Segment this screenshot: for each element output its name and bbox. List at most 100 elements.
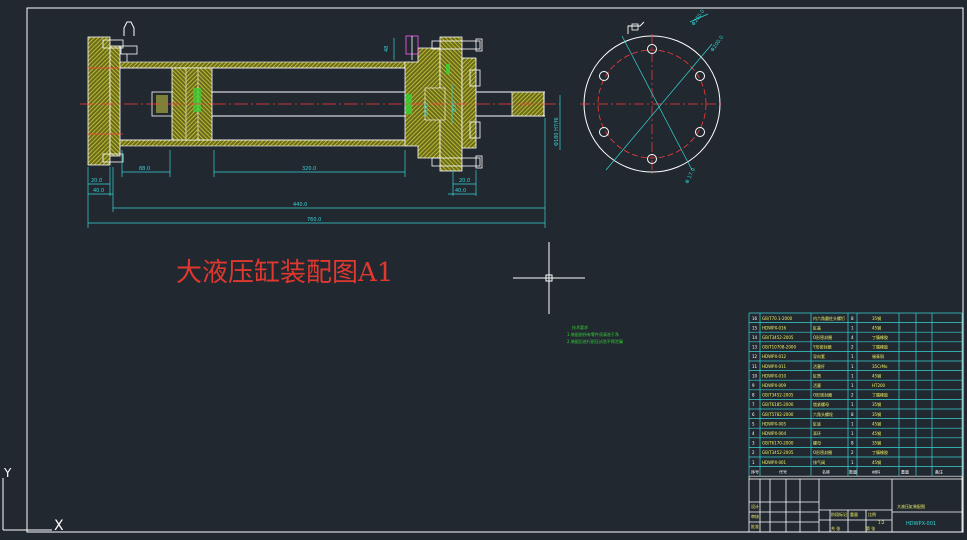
scale-value: 1:2 bbox=[878, 520, 885, 525]
dim-overall-len: 760.0 bbox=[307, 217, 321, 223]
bom-row-qty: 8 bbox=[851, 441, 854, 446]
bom-row-qty: 1 bbox=[851, 431, 854, 436]
dim-chamber-len: 320.0 bbox=[302, 166, 316, 172]
bom-row-no: 6 bbox=[752, 412, 755, 417]
bom-row-name: O形密封圈 bbox=[813, 392, 832, 398]
bom-row-name: 缸筒 bbox=[813, 372, 821, 378]
title-block-texts: 大液压缸装配图 HDWPX-001 阶段标记 重量 比例 1:2 共 张 第 张… bbox=[751, 503, 936, 531]
bom-row-name: 六角头螺栓 bbox=[813, 411, 833, 417]
dimension-texts: 88.0 320.0 20.0 40.0 20.0 40.0 440.0 760… bbox=[91, 46, 560, 223]
bom-row-material: 35钢 bbox=[872, 401, 881, 407]
crosshair-cursor bbox=[513, 242, 585, 314]
bom-row-no: 7 bbox=[752, 402, 755, 407]
bom-row-no: 1 bbox=[752, 460, 755, 465]
flange-end-view bbox=[580, 13, 724, 174]
bom-header-qty: 数量 bbox=[849, 468, 857, 474]
bom-row-material: 丁腈橡胶 bbox=[872, 449, 888, 455]
bom-row-qty: 1 bbox=[851, 421, 854, 426]
drawing-name: 大液压缸装配图 bbox=[897, 503, 925, 509]
bom-table: 16 GB/T70.1-2000 内六角圆柱头螺钉 8 35钢15 HDWPX-016 缸盖… bbox=[751, 315, 943, 475]
bom-row-code: HDWPX-001 bbox=[762, 460, 787, 465]
dim-circle-bottom: Φ 17.0 bbox=[684, 167, 696, 185]
bom-row-name: O形密封圈 bbox=[813, 449, 832, 455]
bom-header-material: 材料 bbox=[872, 468, 880, 474]
cad-drawing: 88.0 320.0 20.0 40.0 20.0 40.0 440.0 760… bbox=[2, 7, 964, 534]
bom-row-material: 45钢 bbox=[872, 420, 881, 426]
bom-row-qty: 1 bbox=[851, 364, 854, 369]
bom-row-qty: 1 bbox=[851, 325, 854, 330]
bom-header-remark: 备注 bbox=[935, 468, 943, 474]
bom-header-no: 序号 bbox=[751, 468, 759, 474]
dim-stroke: 48 bbox=[384, 46, 390, 52]
drawing-title: 大液压缸装配图A1 bbox=[176, 258, 394, 288]
bom-row-qty: 8 bbox=[851, 412, 854, 417]
dim-right-total: 40.0 bbox=[455, 188, 466, 194]
bom-row-qty: 4 bbox=[851, 335, 854, 340]
bom-row-name: Y形密封圈 bbox=[812, 344, 831, 350]
dim-right-bore: Φ180 H7/f6 bbox=[554, 117, 560, 146]
bom-row-no: 2 bbox=[752, 450, 755, 455]
dim-body-len: 440.0 bbox=[293, 202, 307, 208]
notes-line-2: 2.装配后进行耐压试验不得泄漏 bbox=[567, 338, 623, 344]
bom-row-qty: 1 bbox=[851, 460, 854, 465]
bom-row-name: 内六角圆柱头螺钉 bbox=[813, 315, 845, 321]
bom-row-no: 13 bbox=[752, 345, 758, 350]
bom-row-material: 45钢 bbox=[872, 430, 881, 436]
bom-row-qty: 1 bbox=[851, 373, 854, 378]
bom-row-code: GB/T6185-2000 bbox=[762, 402, 794, 407]
bom-row-no: 16 bbox=[752, 316, 758, 321]
bom-row-code: HDWPX-016 bbox=[762, 325, 787, 330]
dim-rod-dia: Φ35 bbox=[452, 102, 458, 112]
bom-row-code: GB/T3452-2005 bbox=[762, 335, 794, 340]
dim-circle-top: Φ250.0 bbox=[691, 9, 706, 27]
bom-row-material: 丁腈橡胶 bbox=[872, 344, 888, 350]
bom-row-no: 3 bbox=[752, 441, 755, 446]
bom-row-code: HDWPX-011 bbox=[762, 364, 787, 369]
bom-row-no: 10 bbox=[752, 373, 758, 378]
approve-label: 批准 bbox=[751, 523, 759, 529]
bom-row-no: 8 bbox=[752, 393, 755, 398]
bom-row-code: HDWPX-012 bbox=[762, 354, 787, 359]
bom-row-name: 排气阀 bbox=[813, 459, 825, 465]
weight-label: 重量 bbox=[850, 511, 858, 517]
bom-row-material: 35钢 bbox=[872, 411, 881, 417]
dim-left-total: 40.0 bbox=[93, 188, 104, 194]
bom-row-material: HT200 bbox=[872, 383, 886, 388]
bom-row-qty: 2 bbox=[851, 450, 854, 455]
bom-row-name: 缸盖 bbox=[813, 324, 821, 330]
bom-row-code: HDWPX-004 bbox=[762, 431, 787, 436]
technical-notes: 技术要求 1.装配前所有零件须清洗干净 2.装配后进行耐压试验不得泄漏 bbox=[567, 324, 623, 344]
cad-canvas[interactable]: 88.0 320.0 20.0 40.0 20.0 40.0 440.0 760… bbox=[0, 0, 967, 536]
drawing-code: HDWPX-001 bbox=[906, 521, 936, 527]
bom-row-name: 缸底 bbox=[813, 420, 821, 426]
sheet-current: 第 张 bbox=[866, 525, 875, 531]
bom-row-code: GB/T10708-2000 bbox=[762, 345, 796, 350]
bom-row-code: GB/T70.1-2000 bbox=[762, 316, 793, 321]
bom-row-no: 4 bbox=[752, 431, 755, 436]
bom-row-qty: 2 bbox=[851, 345, 854, 350]
ucs-y-label: Y bbox=[3, 466, 12, 480]
dim-piston-len: 88.0 bbox=[139, 166, 150, 172]
bom-row-no: 5 bbox=[752, 421, 755, 426]
bom-row-code: GB/T3452-2005 bbox=[762, 450, 794, 455]
cylinder-section-view bbox=[80, 21, 560, 172]
bom-row-qty: 1 bbox=[851, 402, 854, 407]
dim-left-flange: 20.0 bbox=[91, 178, 102, 184]
bom-header-weight: 重量 bbox=[901, 468, 909, 474]
notes-line-1: 1.装配前所有零件须清洗干净 bbox=[567, 331, 619, 337]
notes-heading: 技术要求 bbox=[572, 324, 588, 330]
bom-row-material: 35钢 bbox=[872, 315, 881, 321]
bom-row-qty: 1 bbox=[851, 383, 854, 388]
stage-label: 阶段标记 bbox=[831, 511, 847, 517]
bom-row-material: 45钢 bbox=[872, 372, 881, 378]
sheet-total: 共 张 bbox=[831, 525, 840, 531]
bom-row-qty: 2 bbox=[851, 393, 854, 398]
design-label: 设计 bbox=[751, 503, 759, 509]
bom-row-code: GB/T5782-2000 bbox=[762, 412, 794, 417]
bom-row-qty: 1 bbox=[851, 354, 854, 359]
dim-circle-mid: Φ200.0 bbox=[710, 35, 725, 53]
check-label: 审核 bbox=[751, 513, 759, 519]
bom-row-material: 45钢 bbox=[872, 459, 881, 465]
bom-row-no: 12 bbox=[752, 354, 758, 359]
bom-row-name: 导向套 bbox=[813, 353, 825, 359]
